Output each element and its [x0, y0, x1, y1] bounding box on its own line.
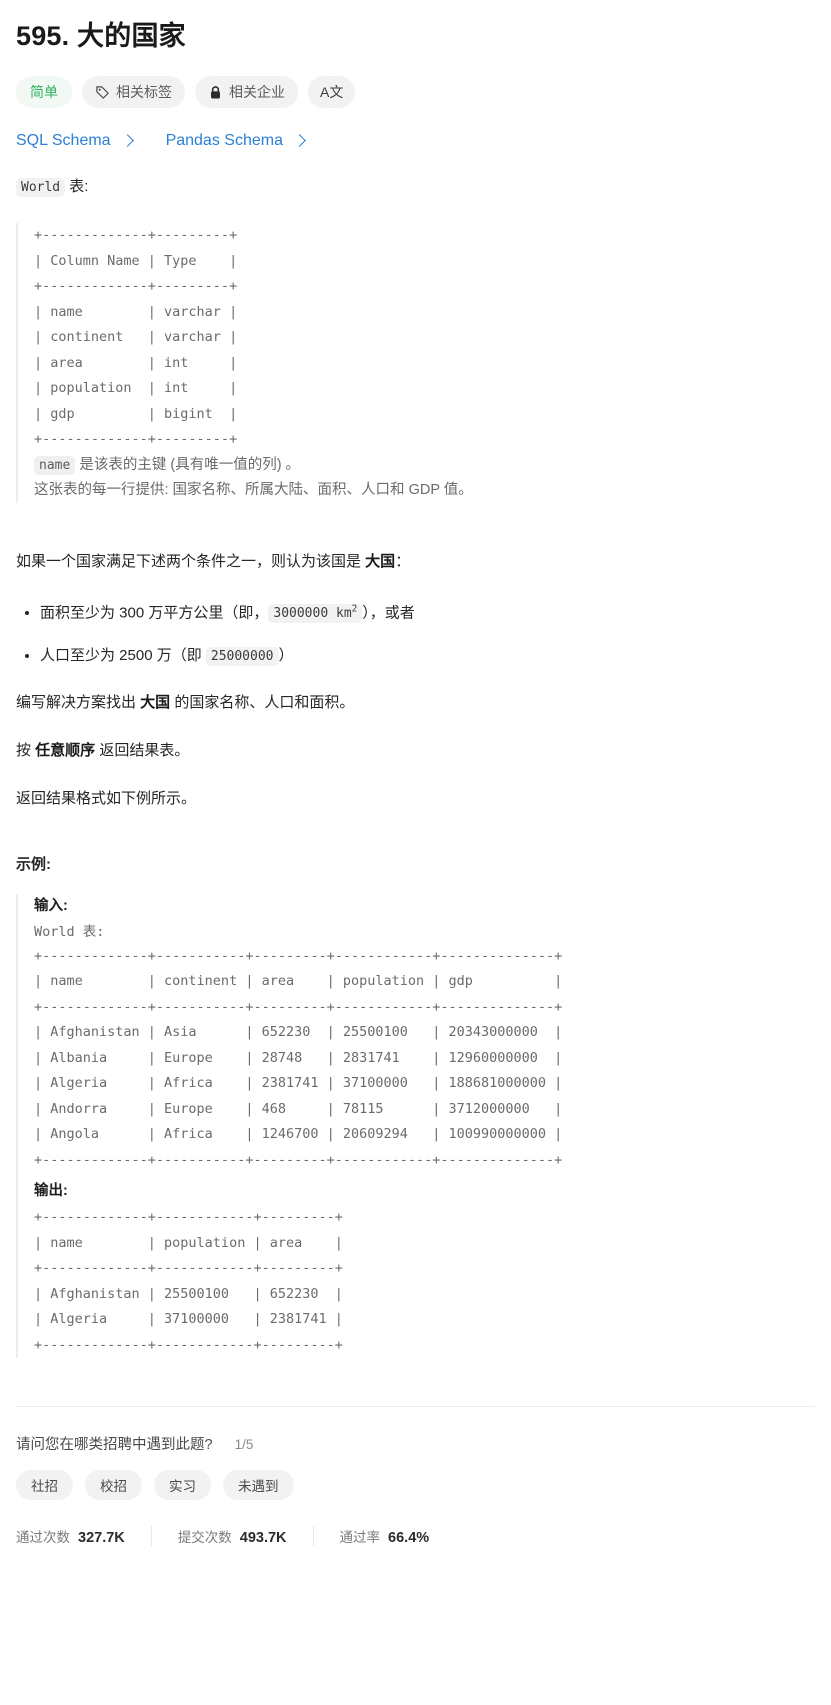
table-intro: World 表: — [16, 174, 815, 201]
definition-text-after: ： — [395, 552, 411, 570]
chevron-right-icon — [293, 133, 306, 147]
condition-population-after: ） — [278, 646, 294, 664]
order-paragraph: 按 任意顺序 返回结果表。 — [16, 738, 815, 764]
order-after: 返回结果表。 — [95, 741, 190, 759]
output-ascii-table: +-------------+------------+---------+ |… — [34, 1209, 343, 1353]
task-before: 编写解决方案找出 — [16, 693, 141, 711]
stat-submissions-label: 提交次数 — [177, 1530, 232, 1546]
example-blockquote: 输入: World 表: +-------------+-----------+… — [16, 893, 815, 1359]
primary-key-text: 是该表的主键 (具有唯一值的列) 。 — [75, 456, 301, 473]
survey-option-none[interactable]: 未遇到 — [223, 1470, 294, 1501]
problem-stats: 通过次数 327.7K 提交次数 493.7K 通过率 66.4% — [16, 1526, 815, 1547]
format-note: 返回结果格式如下例所示。 — [16, 789, 197, 807]
stat-submissions-value: 493.7K — [239, 1530, 287, 1547]
schema-link-row: SQL Schema Pandas Schema — [16, 130, 815, 152]
survey-option-social[interactable]: 社招 — [16, 1470, 73, 1501]
related-tags-label: 相关标签 — [116, 84, 172, 100]
condition-area-code: 3000000 km2 — [268, 604, 363, 623]
schema-note-row-meaning: 这张表的每一行提供: 国家名称、所属大陆、面积、人口和 GDP 值。 — [34, 481, 473, 498]
survey-question: 请问您在哪类招聘中遇到此题? — [16, 1437, 213, 1454]
task-after: 的国家名称、人口和面积。 — [170, 693, 355, 711]
related-tags-button[interactable]: 相关标签 — [82, 76, 185, 108]
conditions-list: 面积至少为 300 万平方公里（即，3000000 km2），或者 人口至少为 … — [16, 597, 815, 670]
definition-paragraph: 如果一个国家满足下述两个条件之一，则认为该国是 大国： — [16, 549, 815, 575]
condition-area-after: ），或者 — [362, 603, 415, 621]
task-bold: 大国 — [140, 693, 171, 711]
stat-accepted-label: 通过次数 — [16, 1530, 70, 1546]
stat-accepted: 通过次数 327.7K — [16, 1526, 151, 1546]
stat-accepted-value: 327.7K — [78, 1530, 125, 1547]
condition-population-code: 25000000 — [205, 646, 279, 666]
difficulty-badge: 简单 — [16, 76, 72, 108]
condition-area-before: 面积至少为 300 万平方公里（即， — [40, 603, 269, 621]
condition-area: 面积至少为 300 万平方公里（即，3000000 km2），或者 — [40, 597, 815, 627]
problem-page: 595. 大的国家 简单 相关标签 相关企业 A文 SQL Schema Pan… — [0, 0, 831, 1547]
order-bold: 任意顺序 — [35, 741, 96, 759]
difficulty-label: 简单 — [30, 84, 58, 100]
stat-acceptance-rate-value: 66.4% — [388, 1530, 430, 1547]
survey-question-row: 请问您在哪类招聘中遇到此题? 1/5 — [16, 1433, 815, 1454]
pandas-schema-link[interactable]: Pandas Schema — [165, 130, 306, 152]
related-companies-label: 相关企业 — [229, 84, 285, 100]
recruitment-survey: 请问您在哪类招聘中遇到此题? 1/5 社招 校招 实习 未遇到 — [16, 1433, 815, 1501]
input-table-name: World 表: — [34, 923, 105, 940]
pandas-schema-label: Pandas Schema — [165, 132, 283, 149]
footer-divider — [16, 1406, 815, 1408]
survey-option-internship[interactable]: 实习 — [154, 1470, 211, 1501]
sql-schema-link[interactable]: SQL Schema — [16, 130, 134, 152]
stat-acceptance-rate-label: 通过率 — [339, 1530, 381, 1546]
stat-submissions: 提交次数 493.7K — [150, 1526, 313, 1547]
table-name-code: World — [16, 178, 66, 197]
primary-key-code: name — [34, 455, 76, 475]
task-paragraph: 编写解决方案找出 大国 的国家名称、人口和面积。 — [16, 690, 815, 716]
schema-note-primary-key: name 是该表的主键 (具有唯一值的列) 。 — [34, 453, 815, 478]
chevron-right-icon — [120, 133, 134, 147]
input-label: 输入: — [34, 897, 68, 914]
meta-chip-row: 简单 相关标签 相关企业 A文 — [16, 76, 815, 108]
page-title: 595. 大的国家 — [16, 21, 186, 51]
related-companies-button[interactable]: 相关企业 — [195, 76, 298, 108]
schema-blockquote: +-------------+---------+ | Column Name … — [16, 223, 815, 503]
problem-description: World 表: +-------------+---------+ | Col… — [16, 174, 815, 1359]
definition-text-before: 如果一个国家满足下述两个条件之一，则认为该国是 — [16, 552, 366, 570]
condition-population: 人口至少为 2500 万（即 25000000） — [40, 643, 815, 670]
definition-bold: 大国 — [365, 552, 396, 570]
input-ascii-table: +-------------+-----------+---------+---… — [34, 947, 563, 1168]
example-heading: 示例: — [16, 855, 51, 873]
schema-ascii-table: +-------------+---------+ | Column Name … — [34, 227, 238, 447]
survey-option-campus[interactable]: 校招 — [85, 1470, 142, 1501]
translate-icon-label: A文 — [320, 84, 344, 100]
tag-icon — [95, 85, 110, 100]
output-label: 输出: — [34, 1183, 68, 1200]
translate-button[interactable]: A文 — [308, 76, 356, 108]
table-intro-suffix: 表: — [65, 178, 89, 195]
order-before: 按 — [16, 741, 36, 759]
sql-schema-label: SQL Schema — [16, 132, 111, 149]
survey-options: 社招 校招 实习 未遇到 — [16, 1470, 815, 1501]
condition-population-before: 人口至少为 2500 万（即 — [40, 646, 206, 664]
survey-progress: 1/5 — [234, 1437, 254, 1453]
lock-icon — [208, 85, 223, 100]
stat-acceptance-rate: 通过率 66.4% — [312, 1526, 456, 1547]
